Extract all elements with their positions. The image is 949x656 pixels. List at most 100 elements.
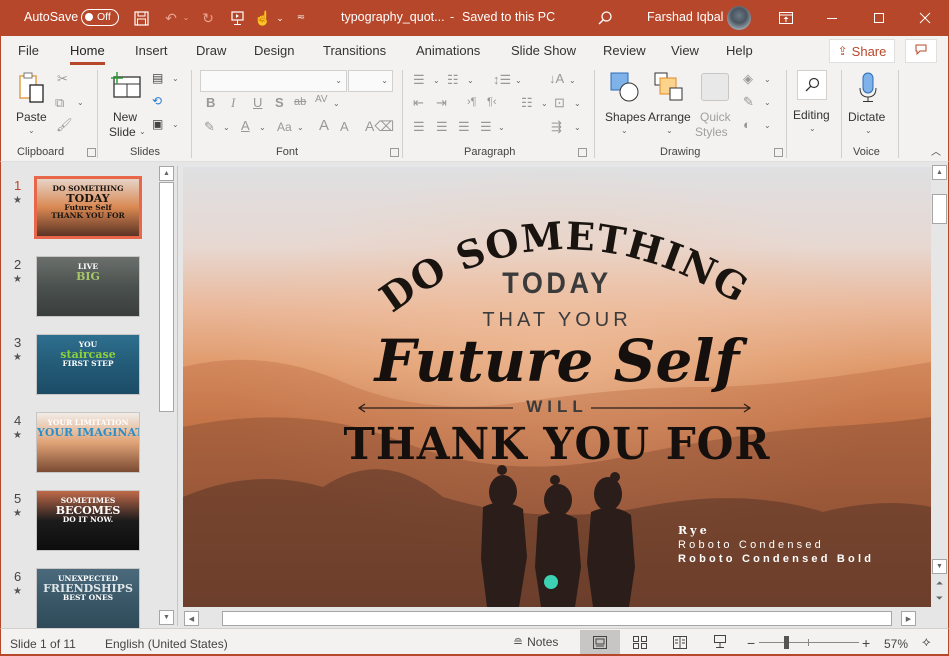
user-name[interactable]: Farshad Iqbal <box>647 10 723 24</box>
justify-icon[interactable]: ☰ <box>480 120 492 133</box>
collapse-ribbon-icon[interactable]: ︿ <box>931 148 941 158</box>
format-painter-icon[interactable]: 🖌 <box>56 118 73 131</box>
present-icon[interactable] <box>229 10 245 26</box>
scroll-up-button[interactable]: ▲ <box>932 165 947 180</box>
ltr-icon[interactable]: ›¶ <box>467 97 477 108</box>
font-name-input[interactable]: ⌄ <box>200 70 347 92</box>
copy-dropdown-icon[interactable]: ⌄ <box>77 98 84 107</box>
comments-button[interactable] <box>905 39 937 63</box>
user-avatar[interactable] <box>727 6 751 30</box>
shape-outline-icon[interactable]: ✎ <box>743 95 754 108</box>
customize-qat-icon[interactable]: ≂ <box>296 12 306 24</box>
arrange-button[interactable]: Arrange ⌄ <box>647 70 691 138</box>
normal-view-button[interactable] <box>580 630 620 654</box>
grow-font-button[interactable]: A <box>319 118 329 133</box>
close-icon[interactable] <box>917 10 933 26</box>
align-text-icon[interactable]: ⊡ <box>554 96 565 109</box>
layout-icon[interactable]: ▤ <box>152 72 163 84</box>
undo-dropdown-icon[interactable]: ⌄ <box>182 12 190 24</box>
zoom-out-button[interactable]: − <box>747 635 755 651</box>
chevron-down-icon[interactable]: ⌄ <box>515 76 522 85</box>
slide-thumbnail-2[interactable]: LIVE BIG <box>36 256 140 317</box>
chevron-down-icon[interactable]: ⌄ <box>574 99 581 108</box>
shape-fill-icon[interactable]: ◈ <box>743 72 753 85</box>
layout-dropdown-icon[interactable]: ⌄ <box>172 74 179 83</box>
slide-thumbnail-6[interactable]: UNEXPECTED FRIENDSHIPS BEST ONES <box>36 568 140 629</box>
slide-thumbnail-1[interactable]: DO SOMETHING TODAY Future Self THANK YOU FO… <box>34 176 142 239</box>
font-size-dropdown-icon[interactable]: ⌄ <box>381 76 388 85</box>
tab-file[interactable]: File <box>18 43 39 58</box>
font-size-input[interactable]: ⌄ <box>348 70 393 92</box>
chevron-down-icon[interactable]: ⌄ <box>433 76 440 85</box>
tab-transitions[interactable]: Transitions <box>323 43 386 58</box>
slide-horizontal-scrollbar[interactable]: ◀ ▶ <box>184 611 917 627</box>
thumbnail-scrollbar[interactable]: ▲ ▼ <box>159 166 175 626</box>
slide-thumbnail-4[interactable]: YOUR LIMITATIONYOUR IMAGINATION <box>36 412 140 473</box>
tab-design[interactable]: Design <box>254 43 294 58</box>
scroll-up-button[interactable]: ▲ <box>159 166 174 181</box>
smartart-icon[interactable]: ⇶ <box>551 120 562 133</box>
share-button[interactable]: ⇪ Share <box>829 39 895 63</box>
underline-button[interactable]: U <box>253 96 262 109</box>
slide-vertical-scrollbar[interactable]: ▲ ▼ ⏶ ⏷ <box>932 165 948 605</box>
tab-view[interactable]: View <box>671 43 699 58</box>
slide-sorter-button[interactable] <box>620 630 660 654</box>
chevron-down-icon[interactable]: ⌄ <box>764 98 771 107</box>
slide-thumbnail-5[interactable]: SOMETIMES BECOMES DO IT NOW. <box>36 490 140 551</box>
scroll-left-button[interactable]: ◀ <box>184 611 199 626</box>
previous-slide-button[interactable]: ⏶ <box>932 576 947 591</box>
editing-button[interactable]: Editing ⌄ <box>793 70 831 138</box>
scroll-right-button[interactable]: ▶ <box>901 611 916 626</box>
tab-insert[interactable]: Insert <box>135 43 168 58</box>
chevron-down-icon[interactable]: ⌄ <box>574 123 581 132</box>
shape-effects-icon[interactable]: ◐ <box>743 118 751 131</box>
chevron-down-icon[interactable]: ⌄ <box>223 123 230 132</box>
bold-button[interactable]: B <box>206 96 215 109</box>
new-slide-button[interactable]: New Slide ⌄ <box>107 70 147 139</box>
zoom-level[interactable]: 57% <box>884 637 908 651</box>
pane-divider[interactable] <box>177 166 178 626</box>
paragraph-launcher-icon[interactable] <box>578 148 587 157</box>
strikethrough-button[interactable]: ab <box>294 97 306 108</box>
chevron-down-icon[interactable]: ⌄ <box>467 76 474 85</box>
tab-help[interactable]: Help <box>726 43 753 58</box>
chevron-down-icon[interactable]: ⌄ <box>333 99 340 108</box>
decrease-indent-icon[interactable]: ⇤ <box>413 96 424 109</box>
character-spacing-button[interactable]: AV <box>315 95 328 105</box>
shadow-button[interactable]: S <box>275 96 284 109</box>
zoom-in-button[interactable]: + <box>862 635 870 651</box>
fit-to-window-icon[interactable]: ⟡ <box>922 634 931 650</box>
italic-button[interactable]: I <box>231 96 235 109</box>
slide-thumbnail-3[interactable]: YOU staircase FIRST STEP <box>36 334 140 395</box>
section-icon[interactable]: ▣ <box>152 118 163 130</box>
chevron-down-icon[interactable]: ⌄ <box>297 123 304 132</box>
line-spacing-icon[interactable]: ↕☰ <box>493 73 511 86</box>
tab-home[interactable]: Home <box>70 43 105 65</box>
font-launcher-icon[interactable] <box>390 148 399 157</box>
quick-styles-button[interactable]: Quick Styles <box>693 70 737 139</box>
cut-icon[interactable]: ✂ <box>57 72 68 85</box>
align-center-icon[interactable]: ☰ <box>436 120 448 133</box>
chevron-down-icon[interactable]: ⌄ <box>764 75 771 84</box>
reading-view-button[interactable] <box>660 630 700 654</box>
numbering-icon[interactable]: ☷ <box>447 73 459 86</box>
clear-formatting-icon[interactable]: A⌫ <box>365 119 394 133</box>
align-left-icon[interactable]: ☰ <box>413 120 425 133</box>
minimize-icon[interactable] <box>824 10 840 26</box>
next-slide-button[interactable]: ⏷ <box>932 591 947 606</box>
redo-icon[interactable]: ↻ <box>199 10 217 26</box>
align-right-icon[interactable]: ☰ <box>458 120 470 133</box>
shrink-font-button[interactable]: A <box>340 120 349 133</box>
scroll-thumb[interactable] <box>222 611 892 626</box>
drawing-launcher-icon[interactable] <box>774 148 783 157</box>
increase-indent-icon[interactable]: ⇥ <box>436 96 447 109</box>
tab-slide-show[interactable]: Slide Show <box>511 43 576 58</box>
chevron-down-icon[interactable]: ⌄ <box>541 99 548 108</box>
font-name-dropdown-icon[interactable]: ⌄ <box>335 76 342 85</box>
touch-dropdown-icon[interactable]: ⌄ <box>275 12 285 24</box>
save-icon[interactable] <box>133 10 149 26</box>
columns-icon[interactable]: ☷ <box>521 96 533 109</box>
search-icon[interactable] <box>596 9 614 27</box>
copy-icon[interactable]: ⧉ <box>55 96 64 109</box>
scroll-thumb[interactable] <box>932 194 947 224</box>
